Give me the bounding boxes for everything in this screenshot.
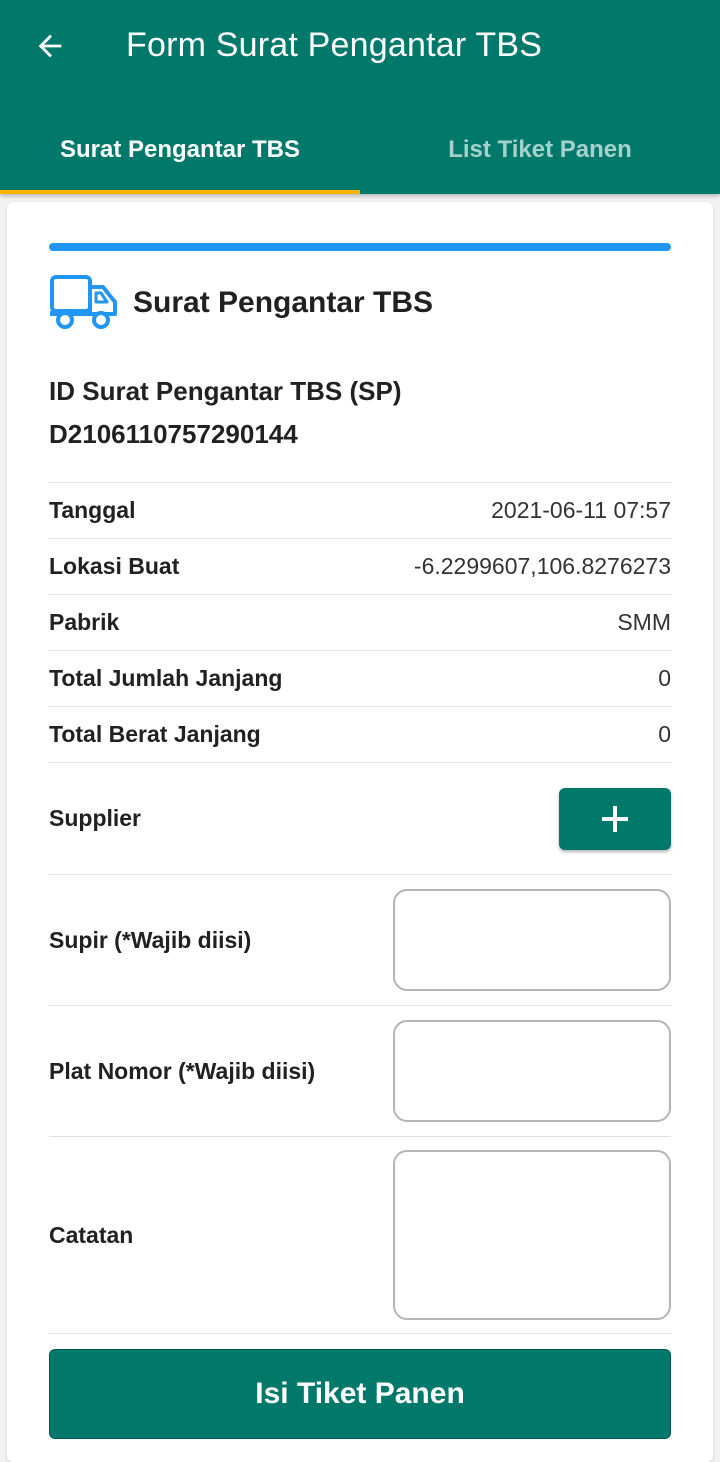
plat-nomor-input[interactable] [393, 1020, 671, 1122]
detail-list: Tanggal 2021-06-11 07:57 Lokasi Buat -6.… [49, 482, 671, 1334]
detail-row-total-jumlah-janjang: Total Jumlah Janjang 0 [49, 650, 671, 706]
detail-value: 0 [658, 665, 671, 691]
detail-value: SMM [617, 609, 671, 635]
plat-nomor-row: Plat Nomor (*Wajib diisi) [49, 1005, 671, 1136]
catatan-label: Catatan [49, 1221, 134, 1248]
progress-bar [49, 243, 671, 251]
form-card: Surat Pengantar TBS ID Surat Pengantar T… [7, 202, 713, 1462]
page-title: Form Surat Pengantar TBS [126, 26, 543, 64]
detail-label: Total Berat Janjang [49, 721, 261, 747]
tab-label: List Tiket Panen [448, 136, 632, 163]
truck-icon [50, 275, 117, 329]
active-tab-indicator [0, 190, 360, 194]
detail-value: 2021-06-11 07:57 [491, 497, 671, 523]
tab-surat-pengantar-tbs[interactable]: Surat Pengantar TBS [0, 110, 360, 194]
tab-bar: Surat Pengantar TBS List Tiket Panen [0, 110, 720, 194]
supir-row: Supir (*Wajib diisi) [49, 874, 671, 1005]
detail-label: Lokasi Buat [49, 553, 180, 579]
tab-label: Surat Pengantar TBS [59, 136, 301, 163]
catatan-row: Catatan [49, 1136, 671, 1334]
tab-list-tiket-panen[interactable]: List Tiket Panen [360, 110, 720, 194]
plus-icon [602, 805, 628, 832]
add-supplier-button[interactable] [559, 787, 671, 850]
detail-label: Pabrik [49, 609, 120, 635]
supplier-row: Supplier [49, 762, 671, 874]
arrow-left-icon [38, 34, 62, 58]
detail-row-lokasi-buat: Lokasi Buat -6.2299607,106.8276273 [49, 538, 671, 594]
back-button[interactable] [28, 24, 72, 68]
sp-id-value: D2106110757290144 [49, 419, 298, 449]
supplier-label: Supplier [49, 805, 142, 831]
supir-label: Supir (*Wajib diisi) [49, 926, 252, 953]
detail-label: Total Jumlah Janjang [49, 665, 283, 691]
plat-nomor-label: Plat Nomor (*Wajib diisi) [49, 1057, 316, 1084]
detail-value: 0 [658, 721, 671, 747]
sp-id-label: ID Surat Pengantar TBS (SP) [49, 376, 402, 406]
card-header-title: Surat Pengantar TBS [133, 286, 434, 319]
supir-input[interactable] [393, 889, 671, 991]
card-header: Surat Pengantar TBS [49, 274, 433, 332]
detail-value: -6.2299607,106.8276273 [413, 553, 671, 579]
detail-row-tanggal: Tanggal 2021-06-11 07:57 [49, 482, 671, 538]
detail-row-total-berat-janjang: Total Berat Janjang 0 [49, 706, 671, 762]
isi-tiket-panen-button[interactable]: Isi Tiket Panen [49, 1349, 671, 1439]
detail-row-pabrik: Pabrik SMM [49, 594, 671, 650]
detail-label: Tanggal [49, 497, 136, 523]
app-bar: Form Surat Pengantar TBS Surat Pengantar… [0, 0, 720, 194]
catatan-textarea[interactable] [393, 1150, 671, 1320]
